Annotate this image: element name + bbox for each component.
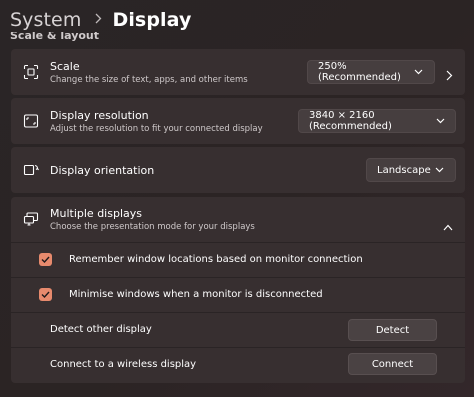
divider xyxy=(11,312,465,313)
orientation-dropdown[interactable]: Landscape xyxy=(366,158,456,182)
chevron-down-icon xyxy=(435,115,445,127)
breadcrumb-separator-icon xyxy=(95,12,102,28)
resolution-dropdown[interactable]: 3840 × 2160 (Recommended) xyxy=(298,109,456,133)
page-title: Display xyxy=(112,9,192,31)
wireless-label: Connect to a wireless display xyxy=(50,359,197,370)
multiple-displays-icon xyxy=(22,210,40,228)
remember-locations-checkbox[interactable] xyxy=(39,253,52,266)
resolution-value: 3840 × 2160 (Recommended) xyxy=(309,110,392,132)
minimise-windows-checkbox[interactable] xyxy=(39,288,52,301)
detect-label: Detect other display xyxy=(50,324,152,335)
scale-title: Scale xyxy=(50,60,80,73)
multiple-displays-subtitle: Choose the presentation mode for your di… xyxy=(50,222,255,232)
chevron-up-icon[interactable] xyxy=(443,216,453,235)
remember-locations-label: Remember window locations based on monit… xyxy=(69,254,363,265)
minimise-windows-label: Minimise windows when a monitor is disco… xyxy=(69,289,323,300)
chevron-right-icon[interactable] xyxy=(446,66,453,85)
chevron-down-icon xyxy=(433,164,445,176)
scale-value: 250% (Recommended) xyxy=(318,61,401,83)
orientation-value: Landscape xyxy=(377,164,431,176)
scale-dropdown[interactable]: 250% (Recommended) xyxy=(307,60,435,84)
divider xyxy=(11,242,465,243)
scale-card[interactable]: Scale Change the size of text, apps, and… xyxy=(11,49,465,95)
orientation-icon xyxy=(22,161,40,179)
checkmark-icon xyxy=(41,291,50,298)
section-label: Scale & layout xyxy=(10,32,100,42)
scale-icon xyxy=(22,63,40,81)
resolution-icon xyxy=(22,112,40,130)
orientation-title: Display orientation xyxy=(50,164,155,177)
chevron-down-icon xyxy=(414,66,424,78)
multiple-displays-header[interactable]: Multiple displays Choose the presentatio… xyxy=(11,197,465,241)
resolution-card: Display resolution Adjust the resolution… xyxy=(11,98,465,144)
detect-button[interactable]: Detect xyxy=(348,319,437,341)
multiple-displays-title: Multiple displays xyxy=(50,207,142,220)
connect-button[interactable]: Connect xyxy=(348,353,437,375)
divider xyxy=(11,277,465,278)
divider xyxy=(11,347,465,348)
breadcrumb-system[interactable]: System xyxy=(10,9,81,31)
checkmark-icon xyxy=(41,256,50,263)
resolution-title: Display resolution xyxy=(50,109,149,122)
orientation-card: Display orientation Landscape xyxy=(11,147,465,193)
scale-subtitle: Change the size of text, apps, and other… xyxy=(50,75,248,85)
resolution-subtitle: Adjust the resolution to fit your connec… xyxy=(50,124,263,134)
